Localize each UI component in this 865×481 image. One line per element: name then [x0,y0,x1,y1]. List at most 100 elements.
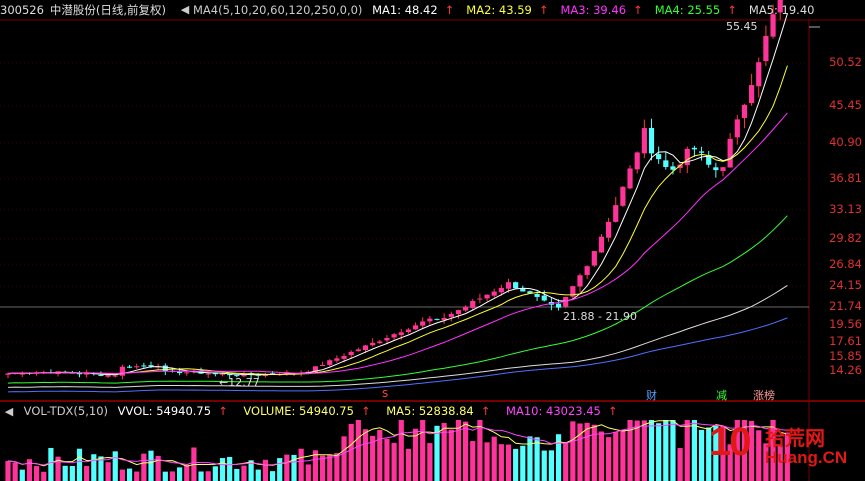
volume-bar [134,471,140,481]
candle [756,62,762,87]
volume-bar [420,420,426,481]
candle [427,318,433,322]
candle [341,355,347,359]
volume-bar [284,454,290,481]
volume-bar [670,420,676,481]
volume-bar [548,450,554,481]
volume-bar [412,428,419,481]
volume-bar [598,431,605,481]
volume-bar [169,471,176,481]
volume-label: VOLUME: 54940.75 ↑ [243,404,371,418]
low-annotation: ←12.77 [219,376,260,389]
candle [177,371,183,374]
candle [584,266,590,275]
volume-bar [513,448,519,481]
candle [219,373,226,375]
volume-bar [19,469,25,481]
volume-bar [69,465,75,481]
ma-label-4: MA4: 25.55 ↑ [654,3,737,17]
zhangbang-marker[interactable]: 涨榜 [753,387,775,403]
price-axis-label: 50.52 [829,55,862,69]
candle [698,151,705,153]
volume-bar [184,464,190,481]
candle [491,291,497,296]
volume-bar [534,437,540,481]
candle [691,147,697,150]
volume-bar [141,453,147,481]
volume-bar [269,471,276,481]
candle [620,186,626,206]
indicator-name: MA4(5,10,20,60,120,250,0,0) [193,3,363,17]
volume-bar [648,420,655,481]
candle [355,349,361,352]
candle [627,168,633,189]
volume-bar [177,467,183,481]
volume-bar [298,448,304,481]
candle [377,341,383,344]
volume-bar [405,448,411,481]
volume-bar [219,458,226,481]
price-axis-label: 14.26 [829,363,862,377]
candle [641,128,647,154]
ma-label-2: MA2: 43.59 ↑ [466,3,549,17]
candle [513,282,519,289]
volume-bar [391,442,397,481]
candle [105,374,111,377]
volume-bar [620,429,626,481]
jian-marker[interactable]: 减 [716,387,727,403]
volume-bar [448,429,454,481]
prev-button[interactable]: ◀ [178,3,192,17]
volume-bar [341,436,347,481]
volume-bar [584,422,590,481]
candle [327,360,333,365]
volume-bar [234,468,240,481]
vvol-label: VVOL: 54940.75 ↑ [117,404,228,418]
s-marker[interactable]: s [382,386,388,400]
candle [477,298,483,300]
candle [713,167,719,171]
candle [541,295,547,301]
candle [663,160,669,167]
price-axis-label: 36.81 [829,171,862,185]
candle [384,338,390,341]
candle [362,345,369,351]
vol-ma10-label: MA10: 43023.45 ↑ [506,404,618,418]
volume-bar [5,460,11,481]
candle [134,366,140,368]
candle [334,358,340,361]
candle [598,236,605,253]
candle [141,365,147,367]
volume-bar [198,471,204,481]
volume-bar [34,466,40,481]
volume-bar [398,420,404,481]
vol-prev-button[interactable]: ◀ [2,405,16,419]
candle [734,119,740,138]
volume-bar [656,423,662,481]
volume-bar [555,434,562,481]
cai-marker[interactable]: 财 [646,387,657,403]
candle [741,104,748,118]
volume-bar [362,429,369,481]
volume-bar [327,454,333,481]
candle [670,166,676,170]
candle [470,301,476,308]
candle [463,306,469,311]
high-annotation: 55.45 [726,20,758,33]
volume-bar [477,420,483,481]
candle [684,148,690,166]
volume-bar [570,421,576,481]
volume-bar [334,453,340,481]
volume-bar [162,471,168,481]
volume-bar [41,471,47,481]
price-axis-label: 26.84 [829,257,862,271]
volume-bar [577,423,583,481]
volume-bar [484,442,490,481]
volume-bar [48,447,54,481]
candle [119,366,125,376]
volume-bar [563,442,569,481]
price-axis-label: 17.61 [829,334,862,348]
candle [577,275,583,287]
volume-bar [84,465,90,481]
volume-bar [112,451,118,481]
ma-label-3: MA3: 39.46 ↑ [560,3,643,17]
